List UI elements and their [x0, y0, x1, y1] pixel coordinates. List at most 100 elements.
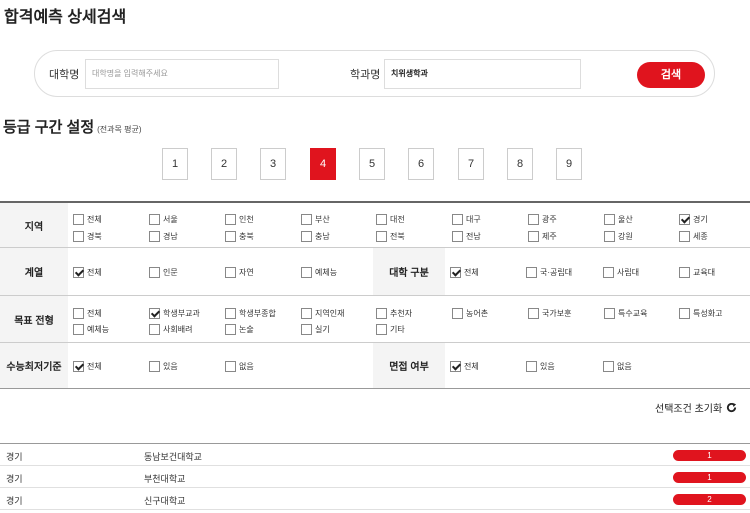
admission-option[interactable]: 국가보훈: [528, 308, 571, 319]
result-university-name[interactable]: 부천대학교: [144, 472, 185, 485]
region-option[interactable]: 제주: [528, 231, 557, 242]
region-option[interactable]: 충남: [301, 231, 330, 242]
admission-option[interactable]: 실기: [301, 324, 330, 335]
checkbox[interactable]: [73, 324, 84, 335]
interview-option[interactable]: 전체: [450, 361, 479, 372]
region-option[interactable]: 세종: [679, 231, 708, 242]
grade-button-8[interactable]: 8: [507, 148, 533, 180]
grade-button-3[interactable]: 3: [260, 148, 286, 180]
checkbox[interactable]: [603, 361, 614, 372]
checkbox[interactable]: [376, 308, 387, 319]
grade-button-6[interactable]: 6: [408, 148, 434, 180]
checkbox[interactable]: [604, 231, 615, 242]
checkbox[interactable]: [376, 231, 387, 242]
region-option[interactable]: 서울: [149, 214, 178, 225]
csat-option[interactable]: 전체: [73, 361, 102, 372]
grade-button-5[interactable]: 5: [359, 148, 385, 180]
checkbox[interactable]: [450, 267, 461, 278]
checkbox[interactable]: [679, 267, 690, 278]
admission-option[interactable]: 예체능: [73, 324, 109, 335]
admission-option[interactable]: 전체: [73, 308, 102, 319]
region-option[interactable]: 강원: [604, 231, 633, 242]
region-option[interactable]: 전남: [452, 231, 481, 242]
checkbox[interactable]: [528, 308, 539, 319]
checkbox[interactable]: [149, 324, 160, 335]
checkbox[interactable]: [376, 324, 387, 335]
checkbox[interactable]: [149, 267, 160, 278]
checkbox[interactable]: [225, 324, 236, 335]
university-input[interactable]: 대학명을 입력해주세요: [85, 59, 279, 89]
csat-option[interactable]: 없음: [225, 361, 254, 372]
region-option[interactable]: 광주: [528, 214, 557, 225]
checkbox[interactable]: [225, 214, 236, 225]
grade-button-4[interactable]: 4: [310, 148, 336, 180]
track-option[interactable]: 전체: [73, 267, 102, 278]
major-input[interactable]: 치위생학과: [384, 59, 581, 89]
track-option[interactable]: 자연: [225, 267, 254, 278]
admission-option[interactable]: 학생부교과: [149, 308, 200, 319]
admission-option[interactable]: 학생부종합: [225, 308, 276, 319]
checkbox[interactable]: [301, 214, 312, 225]
univ-type-option[interactable]: 전체: [450, 267, 479, 278]
checkbox[interactable]: [73, 267, 84, 278]
region-option[interactable]: 전북: [376, 231, 405, 242]
checkbox[interactable]: [526, 267, 537, 278]
admission-option[interactable]: 특성화고: [679, 308, 722, 319]
checkbox[interactable]: [225, 231, 236, 242]
checkbox[interactable]: [301, 324, 312, 335]
admission-option[interactable]: 사회배려: [149, 324, 192, 335]
checkbox[interactable]: [604, 308, 615, 319]
reset-filters-button[interactable]: 선택조건 초기화: [655, 400, 737, 415]
region-option[interactable]: 대구: [452, 214, 481, 225]
region-option[interactable]: 부산: [301, 214, 330, 225]
result-row[interactable]: 경기 부천대학교 1: [0, 466, 750, 488]
result-university-name[interactable]: 동남보건대학교: [144, 450, 202, 463]
checkbox[interactable]: [528, 214, 539, 225]
admission-option[interactable]: 논술: [225, 324, 254, 335]
checkbox[interactable]: [452, 308, 463, 319]
univ-type-option[interactable]: 교육대: [679, 267, 715, 278]
admission-option[interactable]: 기타: [376, 324, 405, 335]
checkbox[interactable]: [149, 231, 160, 242]
checkbox[interactable]: [149, 361, 160, 372]
result-university-name[interactable]: 신구대학교: [144, 494, 185, 507]
checkbox[interactable]: [73, 231, 84, 242]
track-option[interactable]: 인문: [149, 267, 178, 278]
grade-button-7[interactable]: 7: [458, 148, 484, 180]
csat-option[interactable]: 있음: [149, 361, 178, 372]
checkbox[interactable]: [301, 231, 312, 242]
checkbox[interactable]: [376, 214, 387, 225]
interview-option[interactable]: 없음: [603, 361, 632, 372]
checkbox[interactable]: [450, 361, 461, 372]
univ-type-option[interactable]: 사립대: [603, 267, 639, 278]
grade-button-9[interactable]: 9: [556, 148, 582, 180]
checkbox[interactable]: [452, 231, 463, 242]
checkbox[interactable]: [603, 267, 614, 278]
checkbox[interactable]: [149, 308, 160, 319]
region-option[interactable]: 인천: [225, 214, 254, 225]
grade-button-1[interactable]: 1: [162, 148, 188, 180]
checkbox[interactable]: [526, 361, 537, 372]
checkbox[interactable]: [225, 361, 236, 372]
checkbox[interactable]: [301, 267, 312, 278]
track-option[interactable]: 예체능: [301, 267, 337, 278]
checkbox[interactable]: [149, 214, 160, 225]
checkbox[interactable]: [528, 231, 539, 242]
grade-button-2[interactable]: 2: [211, 148, 237, 180]
region-option[interactable]: 경남: [149, 231, 178, 242]
region-option[interactable]: 경북: [73, 231, 102, 242]
checkbox[interactable]: [73, 308, 84, 319]
region-option[interactable]: 충북: [225, 231, 254, 242]
interview-option[interactable]: 있음: [526, 361, 555, 372]
checkbox[interactable]: [679, 231, 690, 242]
checkbox[interactable]: [604, 214, 615, 225]
checkbox[interactable]: [679, 214, 690, 225]
univ-type-option[interactable]: 국·공립대: [526, 267, 572, 278]
result-row[interactable]: 경기 동남보건대학교 1: [0, 444, 750, 466]
region-option[interactable]: 대전: [376, 214, 405, 225]
search-button[interactable]: 검색: [637, 62, 705, 88]
result-row[interactable]: 경기 신구대학교 2: [0, 488, 750, 510]
region-option[interactable]: 경기: [679, 214, 708, 225]
checkbox[interactable]: [452, 214, 463, 225]
admission-option[interactable]: 특수교육: [604, 308, 647, 319]
